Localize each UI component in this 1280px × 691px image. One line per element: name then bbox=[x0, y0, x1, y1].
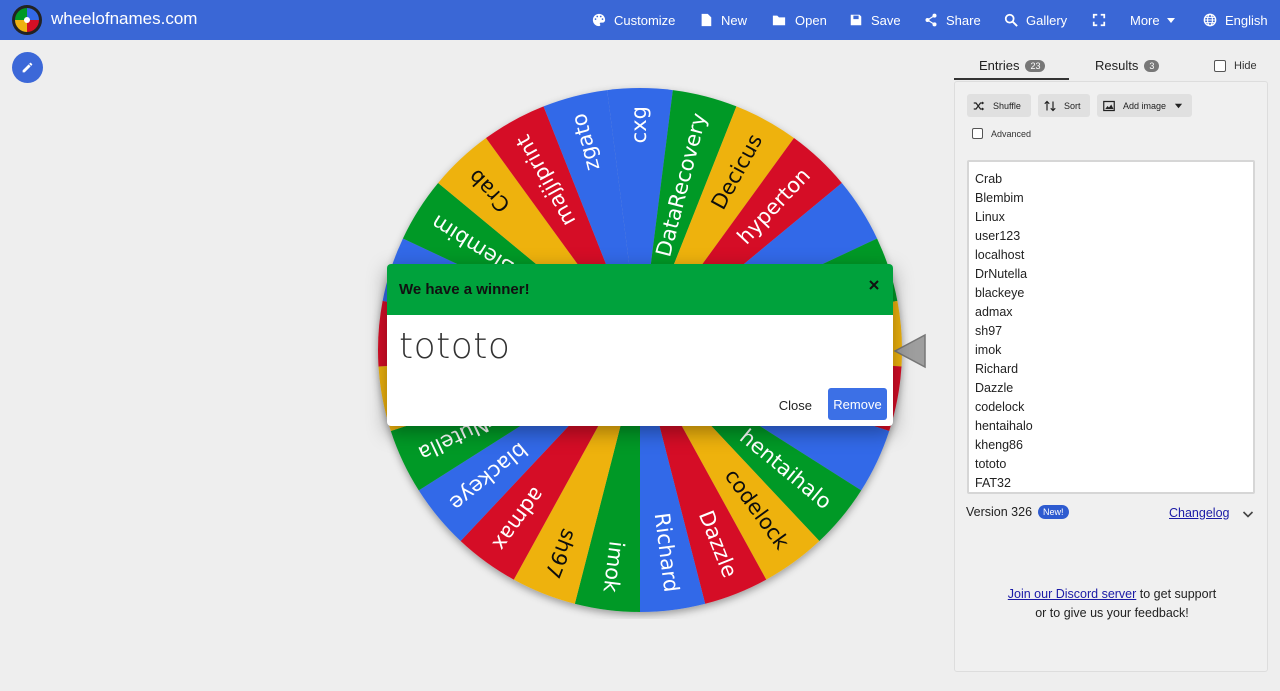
tab-entries-label: Entries bbox=[979, 58, 1020, 73]
entry-line: Dazzle bbox=[975, 381, 1014, 395]
language-label: English bbox=[1225, 12, 1268, 28]
new-label: New bbox=[721, 12, 748, 28]
save-label: Save bbox=[871, 12, 901, 28]
wheel-pointer-icon bbox=[893, 333, 926, 369]
caret-down-icon bbox=[1166, 18, 1175, 23]
remove-button[interactable]: Remove bbox=[828, 388, 887, 420]
hide-checkbox[interactable]: Hide bbox=[1214, 60, 1257, 72]
advanced-checkbox[interactable]: Advanced bbox=[972, 128, 1031, 139]
shuffle-label: Shuffle bbox=[993, 100, 1021, 111]
changelog-link[interactable]: Changelog bbox=[1169, 506, 1229, 520]
hide-label: Hide bbox=[1234, 60, 1257, 72]
share-button[interactable]: Share bbox=[924, 0, 981, 40]
advanced-checkbox-box[interactable] bbox=[972, 128, 983, 139]
open-button[interactable]: Open bbox=[771, 0, 827, 40]
entry-line: Blembim bbox=[975, 191, 1024, 205]
entry-line: codelock bbox=[975, 400, 1025, 414]
gallery-button[interactable]: Gallery bbox=[1004, 0, 1067, 40]
language-button[interactable]: English bbox=[1203, 0, 1268, 40]
more-menu[interactable]: More bbox=[1130, 0, 1176, 40]
tab-results-label: Results bbox=[1095, 58, 1139, 73]
entry-line: kheng86 bbox=[975, 438, 1023, 452]
winner-dialog: We have a winner! tototo Close Remove bbox=[387, 264, 893, 426]
entry-line: imok bbox=[975, 343, 1002, 357]
gallery-label: Gallery bbox=[1026, 12, 1068, 28]
image-icon bbox=[1103, 100, 1115, 111]
winner-dialog-header: We have a winner! bbox=[387, 264, 893, 315]
discord-info: Join our Discord server to get support o… bbox=[955, 585, 1269, 623]
advanced-label: Advanced bbox=[991, 128, 1032, 139]
pencil-icon bbox=[22, 62, 33, 73]
version-label: Version 326 bbox=[966, 505, 1033, 519]
tab-entries[interactable]: Entries 23 bbox=[979, 58, 1046, 73]
hide-checkbox-box[interactable] bbox=[1214, 60, 1226, 72]
chevron-down-icon[interactable] bbox=[1242, 508, 1254, 520]
file-icon bbox=[701, 13, 712, 27]
discord-link[interactable]: Join our Discord server bbox=[1008, 587, 1137, 601]
customize-label: Customize bbox=[614, 12, 676, 28]
entry-line: admax bbox=[975, 305, 1013, 319]
close-button[interactable]: Close bbox=[771, 389, 820, 421]
top-bar: wheelofnames.com Customize New Open Save… bbox=[0, 0, 1280, 40]
globe-icon bbox=[1203, 13, 1217, 27]
version-info: Version 326 New! bbox=[966, 505, 1069, 519]
winner-name: tototo bbox=[399, 326, 511, 367]
entry-line: localhost bbox=[975, 248, 1025, 262]
palette-icon bbox=[592, 13, 606, 27]
tab-results[interactable]: Results 3 bbox=[1095, 58, 1160, 73]
search-icon bbox=[1004, 13, 1018, 27]
fullscreen-icon bbox=[1092, 13, 1106, 27]
entries-textarea[interactable]: Crab Blembim Linux user123 localhost DrNutell… bbox=[967, 160, 1255, 494]
results-count-badge: 3 bbox=[1144, 59, 1160, 72]
shuffle-icon bbox=[973, 101, 985, 110]
new-badge: New! bbox=[1038, 505, 1069, 519]
edit-button[interactable] bbox=[12, 52, 43, 83]
sort-label: Sort bbox=[1064, 100, 1081, 111]
entry-line: tototo bbox=[975, 457, 1007, 471]
new-button[interactable]: New bbox=[699, 0, 747, 40]
more-label: More bbox=[1130, 12, 1160, 28]
entries-count-badge: 23 bbox=[1025, 59, 1046, 72]
open-label: Open bbox=[795, 12, 827, 28]
discord-text-2: or to give us your feedback! bbox=[1035, 606, 1189, 620]
customize-button[interactable]: Customize bbox=[592, 0, 675, 40]
site-title[interactable]: wheelofnames.com bbox=[51, 9, 197, 29]
fullscreen-button[interactable] bbox=[1092, 0, 1114, 40]
entry-line: DrNutella bbox=[975, 267, 1028, 281]
shuffle-button[interactable]: Shuffle bbox=[967, 94, 1031, 117]
entry-line: Crab bbox=[975, 172, 1003, 186]
caret-down-icon bbox=[1174, 103, 1183, 109]
entries-panel: Shuffle Sort Add image Advanced Crab Blem… bbox=[954, 81, 1268, 672]
discord-text-1: to get support bbox=[1136, 587, 1217, 601]
entry-line: Linux bbox=[975, 210, 1005, 224]
sort-icon bbox=[1044, 100, 1056, 111]
save-icon bbox=[850, 14, 862, 26]
share-label: Share bbox=[946, 12, 981, 28]
entry-line: Richard bbox=[975, 362, 1019, 376]
entry-line: user123 bbox=[975, 229, 1021, 243]
close-icon[interactable] bbox=[867, 278, 881, 292]
folder-icon bbox=[772, 15, 786, 26]
save-button[interactable]: Save bbox=[849, 0, 901, 40]
entry-line: hentaihalo bbox=[975, 419, 1033, 433]
add-image-button[interactable]: Add image bbox=[1097, 94, 1192, 117]
share-icon bbox=[925, 13, 937, 27]
sort-button[interactable]: Sort bbox=[1038, 94, 1090, 117]
winner-dialog-title: We have a winner! bbox=[399, 281, 530, 298]
logo-icon[interactable] bbox=[12, 5, 42, 35]
entry-line: FAT32 bbox=[975, 476, 1011, 490]
entry-line: blackeye bbox=[975, 286, 1025, 300]
entry-line: sh97 bbox=[975, 324, 1003, 338]
wheel-segment-label: cxg bbox=[627, 106, 651, 143]
active-tab-indicator bbox=[954, 78, 1069, 80]
add-image-label: Add image bbox=[1123, 100, 1167, 111]
